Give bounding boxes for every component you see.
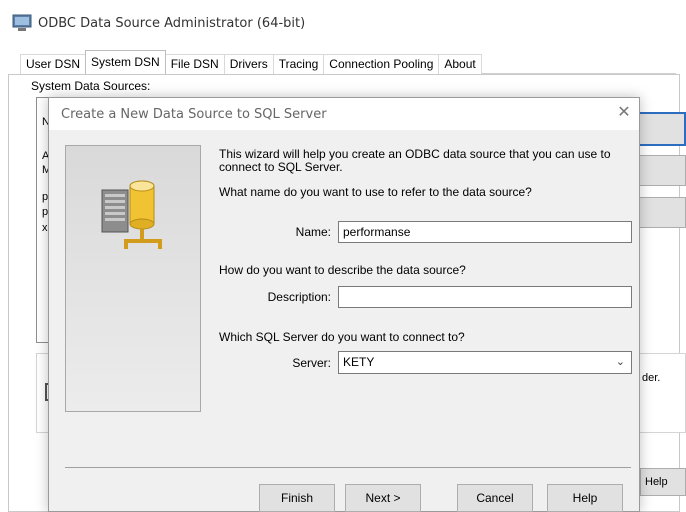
chevron-down-icon[interactable]: ⌄: [616, 352, 625, 373]
name-input[interactable]: performanse: [338, 221, 632, 243]
background-remove-button[interactable]: [638, 155, 686, 186]
description-question: How do you want to describe the data sou…: [219, 263, 466, 277]
wizard-intro-text: This wizard will help you create an ODBC…: [219, 147, 611, 174]
background-help-button[interactable]: Help: [640, 468, 686, 496]
server-question: Which SQL Server do you want to connect …: [219, 330, 465, 344]
dialog-title: Create a New Data Source to SQL Server: [61, 107, 327, 122]
database-server-icon: [101, 180, 162, 249]
name-label: Name:: [295, 225, 331, 239]
tab-about[interactable]: About: [438, 54, 482, 74]
dialog-separator: [65, 467, 631, 468]
next-button[interactable]: Next >: [345, 484, 421, 512]
description-label: Description:: [267, 290, 331, 304]
wizard-side-panel: [65, 145, 201, 412]
background-tabstrip: User DSN System DSN File DSN Drivers Tra…: [20, 50, 676, 74]
name-question: What name do you want to use to refer to…: [219, 185, 532, 199]
description-input[interactable]: [338, 286, 632, 308]
close-icon[interactable]: ✕: [615, 104, 633, 122]
finish-button[interactable]: Finish: [259, 484, 335, 512]
background-window-title: ODBC Data Source Administrator (64-bit): [38, 16, 306, 31]
odbc-app-icon: [12, 14, 32, 31]
background-info-text: der.: [642, 372, 661, 384]
create-data-source-dialog: Create a New Data Source to SQL Server ✕…: [48, 97, 640, 512]
help-button[interactable]: Help: [547, 484, 623, 512]
server-label: Server:: [292, 356, 331, 370]
system-data-sources-label: System Data Sources:: [31, 79, 151, 93]
tab-drivers[interactable]: Drivers: [223, 54, 274, 74]
tab-tracing[interactable]: Tracing: [272, 54, 325, 74]
tab-file-dsn[interactable]: File DSN: [164, 54, 225, 74]
tab-connection-pooling[interactable]: Connection Pooling: [323, 54, 440, 74]
tab-user-dsn[interactable]: User DSN: [20, 54, 87, 74]
background-add-button[interactable]: [638, 112, 686, 146]
server-select[interactable]: KETY ⌄: [338, 351, 632, 374]
background-configure-button[interactable]: [638, 197, 686, 228]
list-item[interactable]: x: [42, 222, 48, 234]
cancel-button[interactable]: Cancel: [457, 484, 533, 512]
server-select-value: KETY: [343, 355, 375, 369]
tab-system-dsn[interactable]: System DSN: [85, 50, 166, 74]
